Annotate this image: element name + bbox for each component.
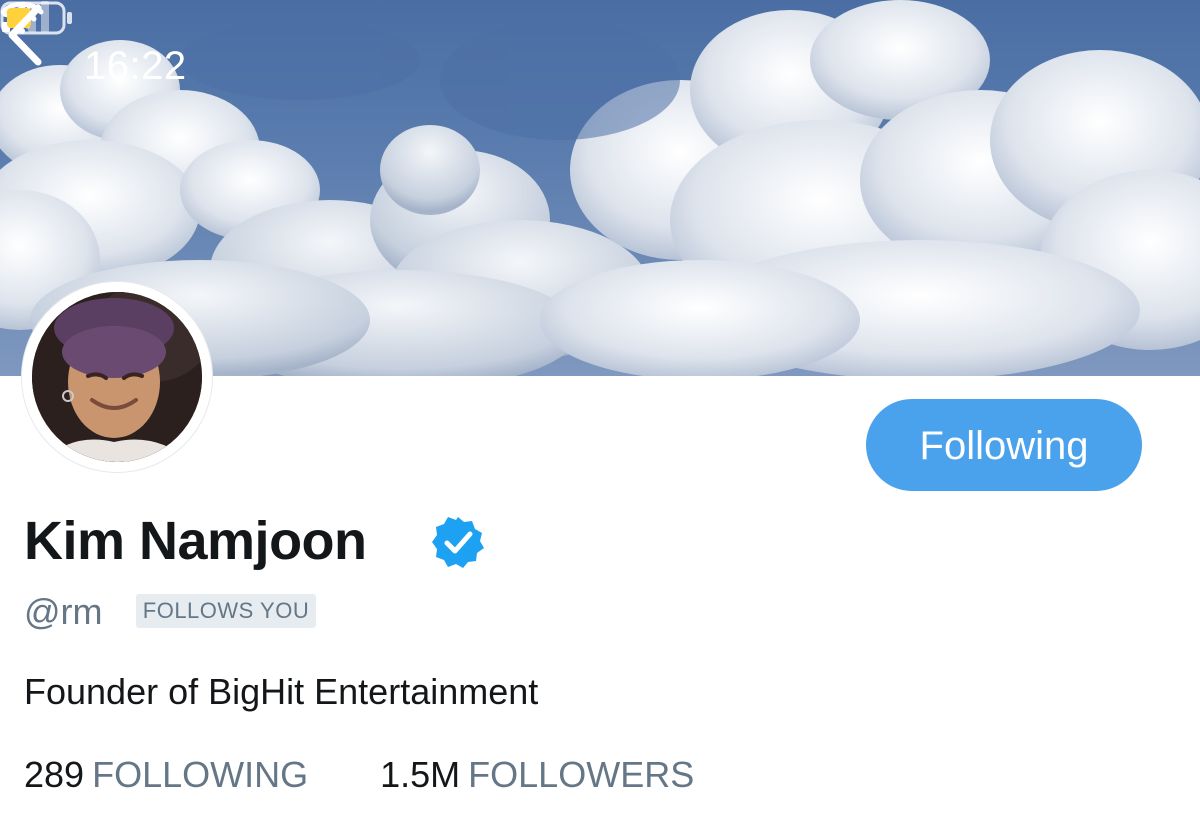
followers-label: FOLLOWERS — [468, 754, 695, 795]
profile-screen: 16:22 Following Kim Namjoon @rm FOLLOWS … — [0, 0, 1200, 830]
status-time: 16:22 — [84, 44, 187, 88]
back-button[interactable] — [0, 0, 50, 70]
following-label: FOLLOWING — [92, 754, 309, 795]
profile-bio: Founder of BigHit Entertainment — [24, 671, 539, 712]
display-name: Kim Namjoon — [24, 511, 367, 571]
follows-you-badge: FOLLOWS YOU — [136, 594, 316, 628]
avatar[interactable] — [22, 282, 212, 472]
verified-badge-icon — [432, 517, 484, 568]
following-button[interactable]: Following — [866, 399, 1142, 491]
following-count-link[interactable]: 289 FOLLOWING — [24, 752, 308, 798]
followers-count-link[interactable]: 1.5M FOLLOWERS — [380, 752, 694, 798]
followers-count: 1.5M — [380, 754, 461, 795]
user-handle: @rm — [24, 591, 103, 632]
avatar-photo — [32, 292, 202, 462]
profile-stats: 289 FOLLOWING 1.5M FOLLOWERS — [24, 752, 694, 798]
following-count: 289 — [24, 754, 85, 795]
